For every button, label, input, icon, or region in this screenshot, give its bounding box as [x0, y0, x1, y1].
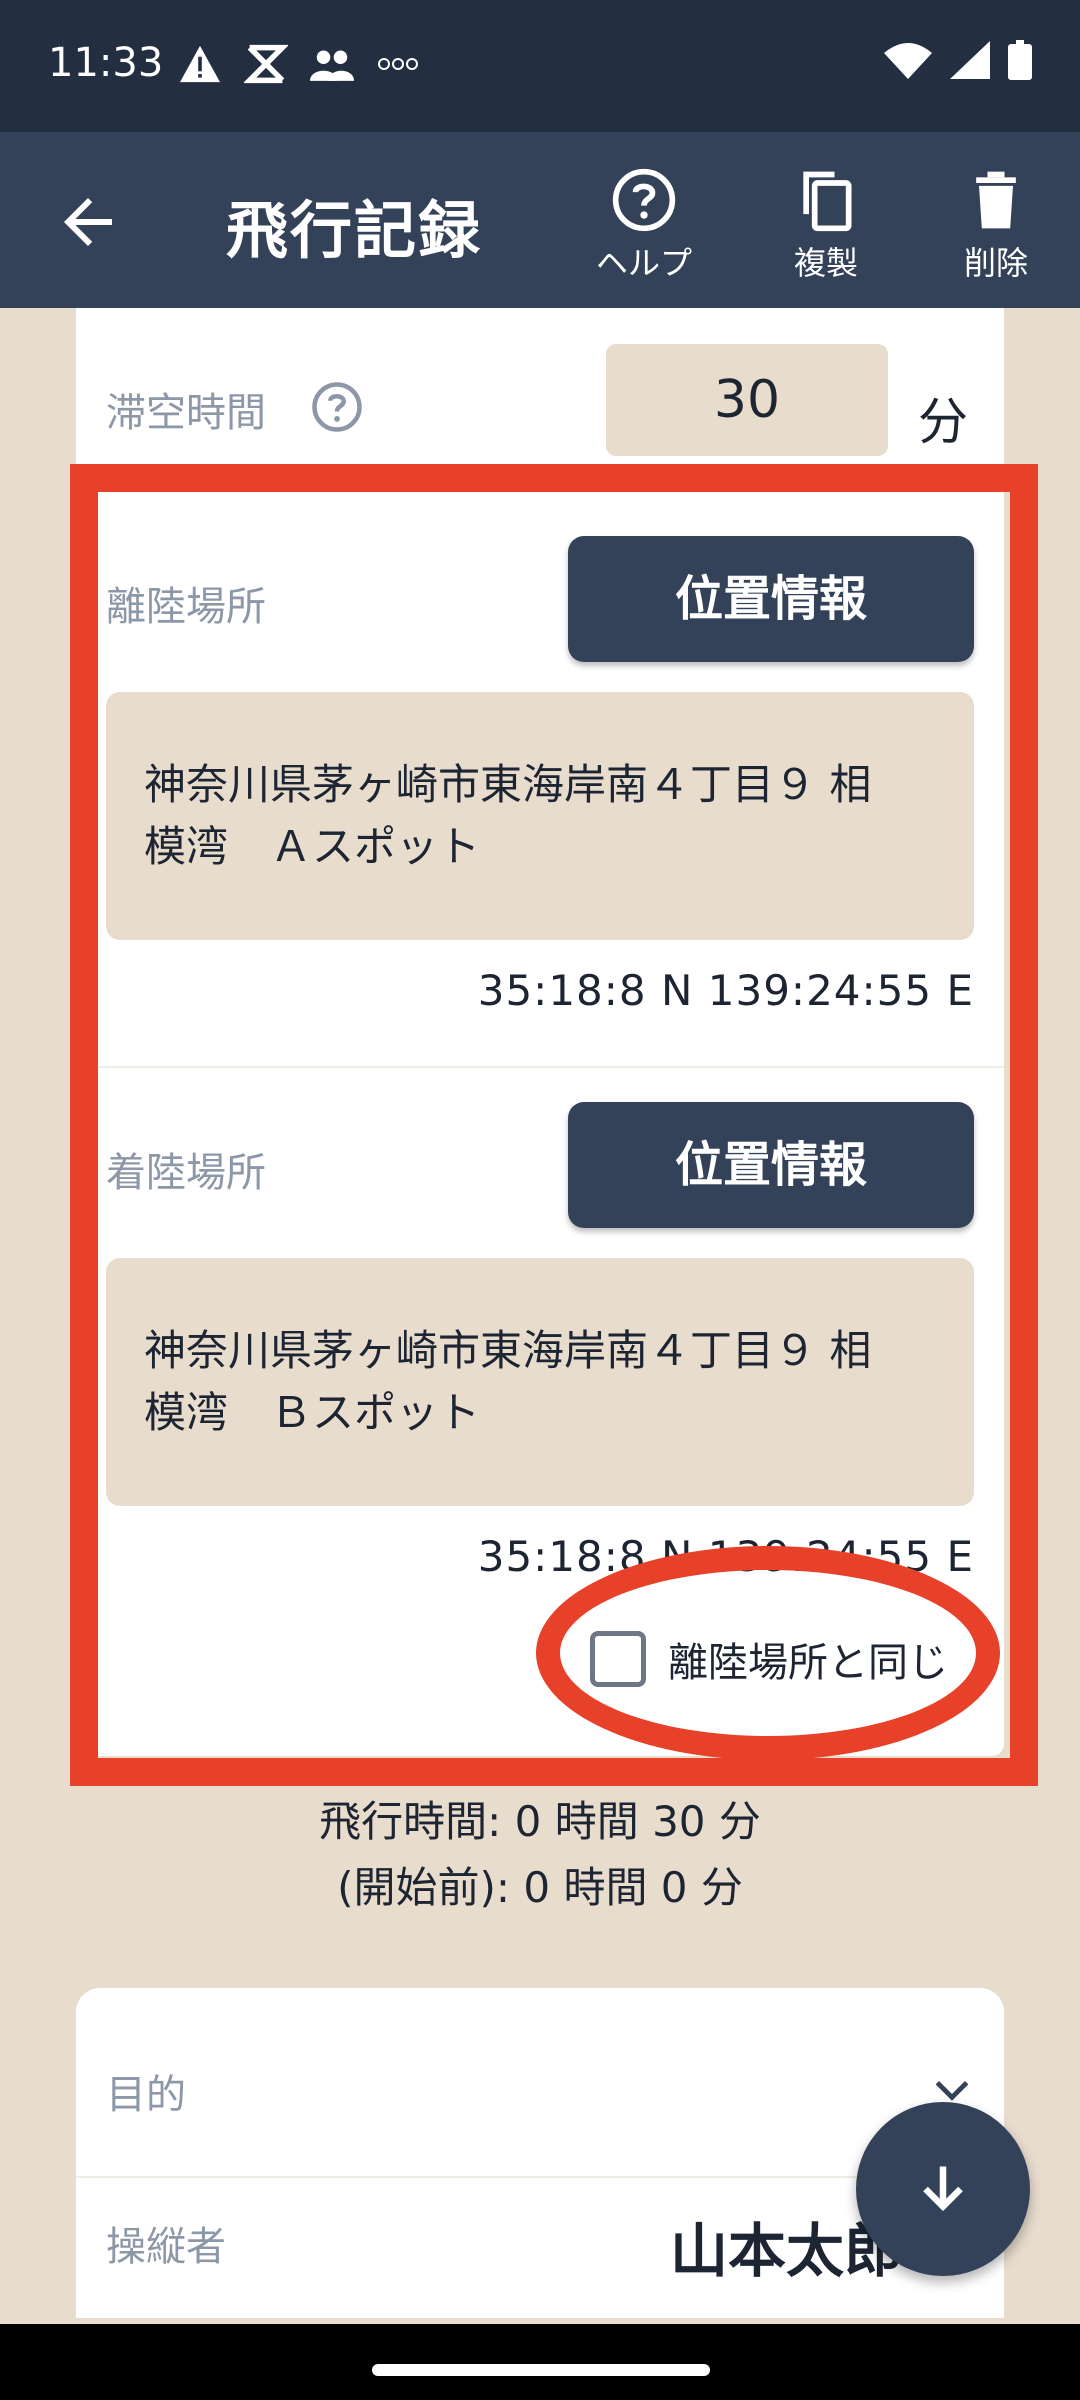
landing-address-line1: 神奈川県茅ヶ崎市東海岸南４丁目９ 相 [144, 1326, 872, 1375]
arrow-down-icon [923, 2166, 963, 2212]
copy-icon [803, 171, 852, 232]
battery-icon [1008, 40, 1032, 84]
takeoff-address-line1: 神奈川県茅ヶ崎市東海岸南４丁目９ 相 [144, 760, 872, 809]
help-label: ヘルプ [595, 244, 692, 282]
takeoff-label: 離陸場所 [106, 584, 266, 630]
landing-label: 着陸場所 [106, 1150, 266, 1196]
takeoff-coords: 35:18:8 N 139:24:55 E [477, 966, 974, 1015]
takeoff-location-button[interactable]: 位置情報 [568, 536, 974, 662]
same-as-takeoff-checkbox[interactable] [590, 1631, 646, 1687]
people-icon [310, 46, 354, 86]
help-circle-icon[interactable] [310, 380, 364, 434]
same-as-takeoff-option[interactable]: 離陸場所と同じ [590, 1630, 948, 1688]
home-gesture-handle[interactable] [372, 2364, 710, 2376]
app-bar: 飛行記録 ヘルプ 複製 削除 [0, 132, 1080, 308]
scroll-down-button[interactable] [856, 2102, 1030, 2276]
warning-icon [178, 44, 222, 88]
status-bar: 11:33 [0, 0, 1080, 132]
sim-icon [243, 44, 289, 88]
copy-button[interactable]: 複製 [766, 166, 886, 284]
duration-input[interactable]: 30 [606, 344, 888, 456]
divider [76, 1066, 1004, 1068]
landing-coords: 35:18:8 N 139:24:55 E [477, 1532, 974, 1581]
landing-address-line2: 模湾 Ｂスポット [144, 1388, 481, 1437]
status-time: 11:33 [48, 40, 164, 86]
help-button[interactable]: ヘルプ [584, 166, 704, 284]
flight-time-summary: 飛行時間: 0 時間 30 分 [319, 1797, 761, 1846]
same-as-takeoff-label: 離陸場所と同じ [668, 1640, 948, 1686]
flight-location-card: 滞空時間 30 分 離陸場所 位置情報 神奈川県茅ヶ崎市東海岸南４丁目９ 相 模… [76, 308, 1004, 1756]
operator-label: 操縦者 [106, 2224, 226, 2270]
page-title: 飛行記録 [226, 194, 483, 267]
help-circle-icon [612, 168, 676, 232]
signal-icon [950, 41, 990, 83]
purpose-label: 目的 [106, 2072, 186, 2118]
pre-start-time-summary: (開始前): 0 時間 0 分 [337, 1863, 743, 1912]
back-button[interactable] [52, 186, 124, 258]
delete-label: 削除 [963, 244, 1028, 282]
duration-unit: 分 [918, 393, 968, 451]
delete-button[interactable]: 削除 [936, 166, 1056, 284]
app-logo-icon [376, 52, 422, 80]
copy-label: 複製 [793, 244, 858, 282]
arrow-back-icon [64, 198, 112, 246]
landing-location-button[interactable]: 位置情報 [568, 1102, 974, 1228]
trash-icon [976, 171, 1016, 229]
system-nav-bar [0, 2324, 1080, 2400]
takeoff-address-field[interactable]: 神奈川県茅ヶ崎市東海岸南４丁目９ 相 模湾 Ａスポット [106, 692, 974, 940]
takeoff-address-line2: 模湾 Ａスポット [144, 822, 481, 871]
duration-label: 滞空時間 [106, 390, 266, 436]
wifi-icon [884, 41, 932, 83]
landing-address-field[interactable]: 神奈川県茅ヶ崎市東海岸南４丁目９ 相 模湾 Ｂスポット [106, 1258, 974, 1506]
